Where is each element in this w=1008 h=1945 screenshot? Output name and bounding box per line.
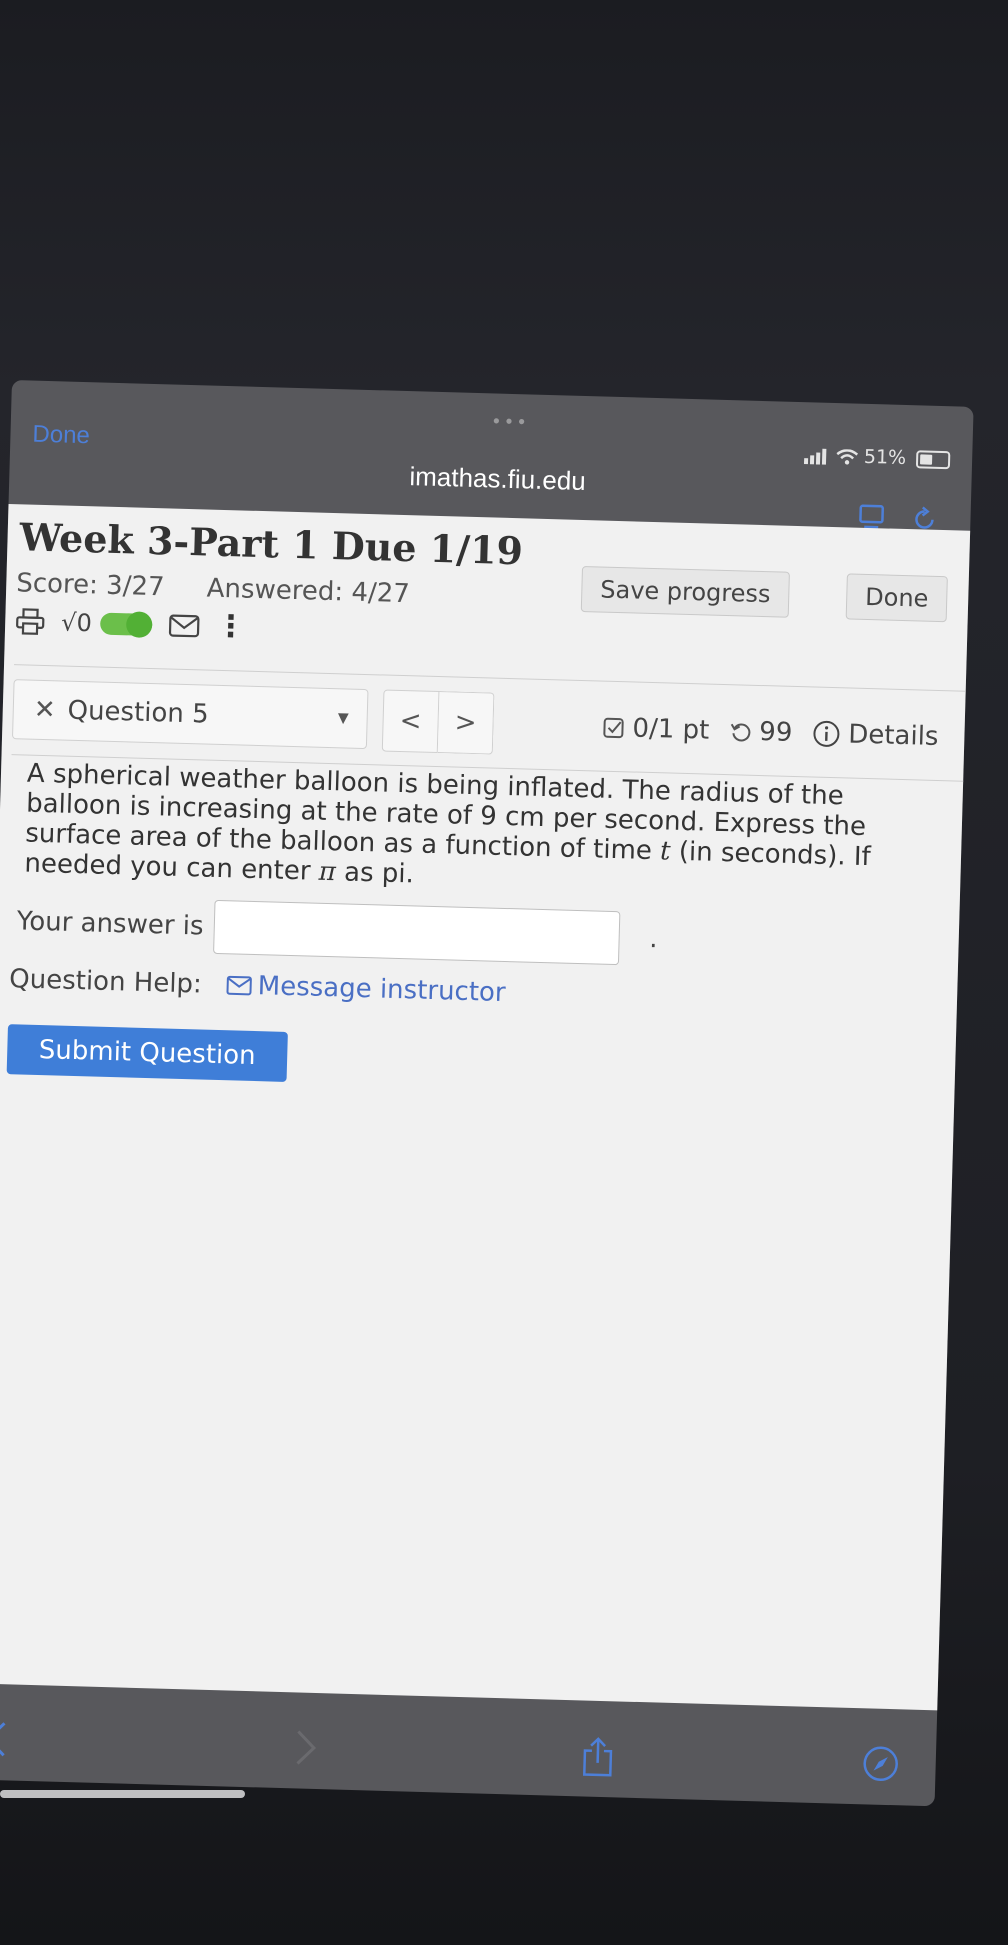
answer-row: Your answer is . <box>16 894 658 966</box>
message-instructor-link[interactable]: Message instructor <box>257 971 506 1008</box>
status-bar: 51% <box>803 444 951 470</box>
browser-done-button[interactable]: Done <box>32 421 90 451</box>
points-text: 0/1 pt <box>632 713 710 746</box>
attempts-text: 99 <box>758 717 793 748</box>
save-progress-button[interactable]: Save progress <box>580 565 791 618</box>
more-options-icon[interactable]: ⋮ <box>215 609 246 645</box>
home-indicator <box>0 1790 245 1798</box>
web-page: Week 3-Part 1 Due 1/19 Score: 3/27 Answe… <box>0 503 971 1711</box>
answer-input[interactable] <box>212 899 621 966</box>
mail-icon[interactable] <box>167 613 200 638</box>
dropdown-caret-icon: ▼ <box>337 710 349 727</box>
answered-text: Answered: 4/27 <box>206 573 411 610</box>
incorrect-x-icon: ✕ <box>33 694 57 726</box>
help-label: Question Help: <box>8 964 203 1000</box>
mail-icon <box>226 975 252 996</box>
math-display-label: √0 <box>60 608 93 638</box>
info-icon[interactable] <box>812 719 841 748</box>
question-selector[interactable]: ✕ Question 5 ▼ <box>11 679 369 750</box>
ipad-screen: ••• Done 51% imathas.fiu.edu Week 3-Part… <box>0 380 974 1807</box>
prev-question-button[interactable]: < <box>381 689 440 754</box>
done-button[interactable]: Done <box>845 573 949 623</box>
answer-label: Your answer is <box>16 906 204 942</box>
compass-icon[interactable] <box>861 1744 900 1783</box>
assignment-title: Week 3-Part 1 Due 1/19 <box>18 514 524 574</box>
next-question-button[interactable]: > <box>437 691 495 755</box>
score-text: Score: 3/27 <box>15 568 165 603</box>
question-text-3: as pi. <box>335 857 415 890</box>
retry-icon <box>730 723 751 742</box>
share-icon[interactable] <box>581 1736 614 1777</box>
battery-icon <box>915 449 951 469</box>
print-icon[interactable] <box>15 607 46 636</box>
assignment-meta: Score: 3/27 Answered: 4/27 <box>16 568 444 610</box>
pi-symbol: π <box>318 856 337 888</box>
question-nav: < > <box>381 689 495 755</box>
forward-icon[interactable] <box>293 1728 318 1767</box>
checkbox-icon <box>603 717 624 739</box>
back-icon[interactable] <box>0 1720 9 1759</box>
submit-question-button[interactable]: Submit Question <box>6 1024 288 1082</box>
battery-percent: 51% <box>863 445 907 469</box>
question-info: 0/1 pt 99 Details <box>602 713 939 752</box>
cellular-signal-icon <box>803 448 827 465</box>
question-selector-label: Question 5 <box>67 695 210 730</box>
address-bar[interactable]: imathas.fiu.edu <box>409 461 586 497</box>
question-text: A spherical weather balloon is being inf… <box>24 759 927 904</box>
tab-dots[interactable]: ••• <box>491 411 529 433</box>
details-link[interactable]: Details <box>848 719 939 752</box>
toolbar: √0 ⋮ <box>15 606 246 645</box>
answer-period: . <box>648 924 659 955</box>
question-help: Question Help: Message instructor <box>9 964 506 1008</box>
math-display-toggle[interactable] <box>99 612 153 636</box>
wifi-icon <box>836 448 858 465</box>
